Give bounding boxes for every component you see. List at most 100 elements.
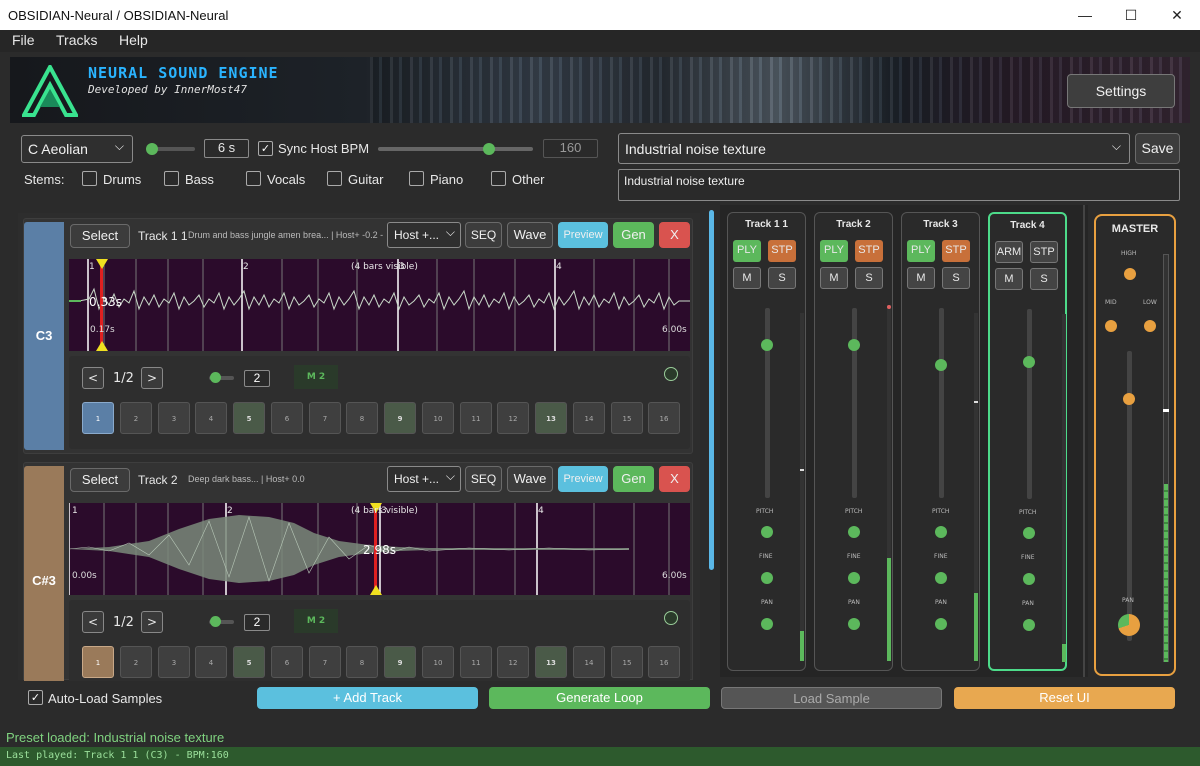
menu-tracks[interactable]: Tracks <box>56 32 97 48</box>
step-button[interactable]: 1 <box>82 402 114 434</box>
play-button[interactable]: PLY <box>733 240 761 262</box>
load-sample-button[interactable]: Load Sample <box>721 687 942 709</box>
step-button[interactable]: 16 <box>648 646 680 678</box>
step-button[interactable]: 5 <box>233 646 265 678</box>
step-button[interactable]: 13 <box>535 646 567 678</box>
stop-button[interactable]: STP <box>942 240 970 262</box>
step-button[interactable]: 7 <box>309 402 341 434</box>
host-mode-select[interactable]: Host +... ⌵ <box>387 222 461 248</box>
generate-loop-button[interactable]: Generate Loop <box>489 687 710 709</box>
eq-low-knob[interactable] <box>1144 320 1156 332</box>
select-sample-button[interactable]: Select <box>70 468 130 492</box>
fine-knob[interactable] <box>848 572 860 584</box>
menu-file[interactable]: File <box>12 32 35 48</box>
menu-help[interactable]: Help <box>119 32 148 48</box>
step-button[interactable]: 14 <box>573 646 605 678</box>
step-button[interactable]: 9 <box>384 646 416 678</box>
next-page-button[interactable]: > <box>141 367 163 389</box>
wave-button[interactable]: Wave <box>507 466 553 492</box>
step-button[interactable]: 8 <box>346 646 378 678</box>
reset-ui-button[interactable]: Reset UI <box>954 687 1175 709</box>
step-button[interactable]: 12 <box>497 402 529 434</box>
select-sample-button[interactable]: Select <box>70 224 130 248</box>
step-button[interactable]: 3 <box>158 646 190 678</box>
step-button[interactable]: 7 <box>309 646 341 678</box>
solo-button[interactable]: S <box>942 267 970 289</box>
measures-field[interactable]: 2 <box>244 614 270 631</box>
settings-button[interactable]: Settings <box>1067 74 1175 108</box>
master-pan-knob[interactable] <box>1118 614 1140 636</box>
step-button[interactable]: 9 <box>384 402 416 434</box>
stop-button[interactable]: STP <box>768 240 796 262</box>
step-button[interactable]: 11 <box>460 646 492 678</box>
step-button[interactable]: 14 <box>573 402 605 434</box>
pan-knob[interactable] <box>1023 619 1035 631</box>
autoload-checkbox[interactable]: ✓ <box>28 690 43 705</box>
stem-drums-checkbox[interactable] <box>82 171 97 186</box>
solo-button[interactable]: S <box>1030 268 1058 290</box>
pitch-knob[interactable] <box>1023 527 1035 539</box>
volume-fader-handle[interactable] <box>935 359 947 371</box>
pitch-knob[interactable] <box>761 526 773 538</box>
volume-fader[interactable] <box>765 308 770 498</box>
stem-guitar-checkbox[interactable] <box>327 171 342 186</box>
stop-button[interactable]: STP <box>855 240 883 262</box>
wave-button[interactable]: Wave <box>507 222 553 248</box>
bpm-slider[interactable] <box>378 147 533 151</box>
step-button[interactable]: 15 <box>611 646 643 678</box>
add-track-button[interactable]: + Add Track <box>257 687 478 709</box>
step-button[interactable]: 1 <box>82 646 114 678</box>
pan-knob[interactable] <box>935 618 947 630</box>
solo-button[interactable]: S <box>855 267 883 289</box>
waveform-display[interactable]: 1 2 3 4 (4 bars visible) 2.98s 0.00s 6.0… <box>69 503 690 595</box>
step-button[interactable]: 11 <box>460 402 492 434</box>
master-fader-handle[interactable] <box>1123 393 1135 405</box>
eq-mid-knob[interactable] <box>1105 320 1117 332</box>
generate-button[interactable]: Gen <box>613 222 654 248</box>
step-button[interactable]: 4 <box>195 646 227 678</box>
seq-button[interactable]: SEQ <box>465 222 502 248</box>
measures-slider-handle[interactable] <box>210 372 221 383</box>
stem-piano-checkbox[interactable] <box>409 171 424 186</box>
preview-button[interactable]: Preview <box>558 222 608 248</box>
step-button[interactable]: 6 <box>271 646 303 678</box>
fine-knob[interactable] <box>935 572 947 584</box>
arm-button[interactable]: ARM <box>995 241 1023 263</box>
step-button[interactable]: 10 <box>422 646 454 678</box>
prev-page-button[interactable]: < <box>82 367 104 389</box>
volume-fader[interactable] <box>1027 309 1032 499</box>
track-key-label[interactable]: C#3 <box>24 466 64 681</box>
step-button[interactable]: 3 <box>158 402 190 434</box>
fine-knob[interactable] <box>761 572 773 584</box>
stem-vocals-checkbox[interactable] <box>246 171 261 186</box>
scale-select[interactable]: C Aeolian ⌵ <box>21 135 133 163</box>
step-button[interactable]: 8 <box>346 402 378 434</box>
pitch-knob[interactable] <box>935 526 947 538</box>
mute-button[interactable]: M <box>995 268 1023 290</box>
step-button[interactable]: 10 <box>422 402 454 434</box>
remove-track-button[interactable]: X <box>659 466 690 492</box>
fine-knob[interactable] <box>1023 573 1035 585</box>
volume-fader[interactable] <box>852 308 857 498</box>
step-button[interactable]: 12 <box>497 646 529 678</box>
play-button[interactable]: PLY <box>907 240 935 262</box>
generate-button[interactable]: Gen <box>613 466 654 492</box>
measures-field[interactable]: 2 <box>244 370 270 387</box>
next-page-button[interactable]: > <box>141 611 163 633</box>
track-list-scrollbar[interactable] <box>709 210 714 570</box>
play-button[interactable]: PLY <box>820 240 848 262</box>
preset-select[interactable]: Industrial noise texture ⌵ <box>618 133 1130 164</box>
pan-knob[interactable] <box>848 618 860 630</box>
measures-slider-handle[interactable] <box>210 616 221 627</box>
maximize-button[interactable]: ☐ <box>1108 0 1154 30</box>
volume-fader-handle[interactable] <box>848 339 860 351</box>
bpm-field[interactable]: 160 <box>543 139 598 158</box>
pitch-knob[interactable] <box>848 526 860 538</box>
mute-button[interactable]: M <box>820 267 848 289</box>
step-button[interactable]: 2 <box>120 402 152 434</box>
step-button[interactable]: 5 <box>233 402 265 434</box>
seq-button[interactable]: SEQ <box>465 466 502 492</box>
step-button[interactable]: 4 <box>195 402 227 434</box>
mute-button[interactable]: M <box>907 267 935 289</box>
sync-bpm-checkbox[interactable]: ✓ <box>258 141 273 156</box>
